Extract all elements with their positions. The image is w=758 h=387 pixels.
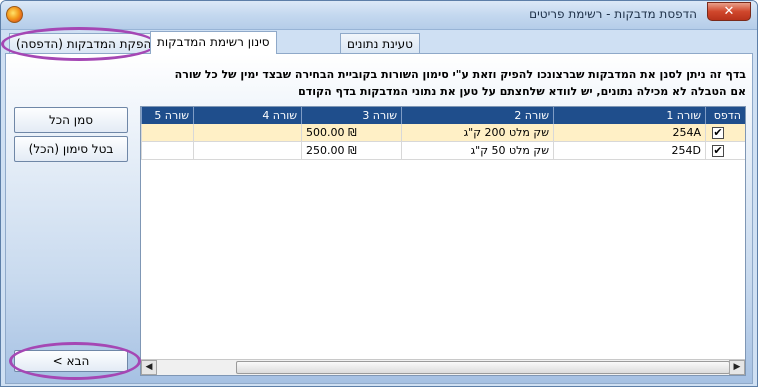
cell-line5[interactable]: [141, 142, 193, 160]
title-bar[interactable]: הדפסת מדבקות - רשימת פריטים ✕: [1, 1, 757, 30]
close-button[interactable]: ✕: [707, 2, 751, 21]
window-title: הדפסת מדבקות - רשימת פריטים: [529, 7, 697, 21]
tab-filter-labels[interactable]: סינון רשימת המדבקות: [150, 31, 277, 54]
instructions-line-2: אם הטבלה לא מכילה נתונים, יש לוודא שלחצת…: [298, 85, 746, 98]
instructions-text: בדף זה ניתן לסנן את המדבקות שברצונכו להפ…: [26, 66, 746, 100]
cell-line2[interactable]: שק מלט 200 ק"ג: [401, 124, 553, 142]
app-icon: [6, 6, 23, 23]
deselect-all-button[interactable]: בטל סימון (הכל): [14, 136, 128, 162]
print-checkbox-cell[interactable]: ✔: [705, 142, 745, 160]
column-header-line1[interactable]: שורה 1: [553, 107, 705, 124]
cell-line3[interactable]: 250.00 ₪: [301, 142, 401, 160]
column-header-print[interactable]: הדפס: [705, 107, 745, 124]
main-window: הדפסת מדבקות - רשימת פריטים ✕ טעינת נתונ…: [0, 0, 758, 387]
cell-line4[interactable]: [193, 142, 301, 160]
print-checkbox[interactable]: ✔: [712, 145, 724, 157]
table-row[interactable]: ✔ 254A שק מלט 200 ק"ג 500.00 ₪: [141, 124, 745, 142]
tab-print-labels[interactable]: הפקת המדבקות (הדפסה): [9, 33, 159, 53]
column-header-line2[interactable]: שורה 2: [401, 107, 553, 124]
filter-panel: בדף זה ניתן לסנן את המדבקות שברצונכו להפ…: [5, 53, 753, 384]
cell-line2[interactable]: שק מלט 50 ק"ג: [401, 142, 553, 160]
column-header-line4[interactable]: שורה 4: [193, 107, 301, 124]
cell-line5[interactable]: [141, 124, 193, 142]
labels-grid[interactable]: הדפס שורה 1 שורה 2 שורה 3 שורה 4 שורה 5 …: [140, 106, 746, 376]
cell-line3[interactable]: 500.00 ₪: [301, 124, 401, 142]
cell-line1[interactable]: 254D: [553, 142, 705, 160]
tab-strip: טעינת נתונים סינון רשימת המדבקות הפקת המ…: [5, 31, 753, 54]
column-header-line3[interactable]: שורה 3: [301, 107, 401, 124]
scrollbar-thumb[interactable]: [236, 361, 730, 374]
grid-header: הדפס שורה 1 שורה 2 שורה 3 שורה 4 שורה 5: [141, 107, 745, 124]
tab-load-data[interactable]: טעינת נתונים: [340, 33, 420, 53]
cell-line1[interactable]: 254A: [553, 124, 705, 142]
column-header-line5[interactable]: שורה 5: [141, 107, 193, 124]
table-row[interactable]: ✔ 254D שק מלט 50 ק"ג 250.00 ₪: [141, 142, 745, 160]
print-checkbox[interactable]: ✔: [712, 127, 724, 139]
select-all-button[interactable]: סמן הכל: [14, 107, 128, 133]
cell-line4[interactable]: [193, 124, 301, 142]
horizontal-scrollbar[interactable]: ◀ ▶: [141, 359, 745, 375]
instructions-line-1: בדף זה ניתן לסנן את המדבקות שברצונכו להפ…: [174, 68, 746, 81]
print-checkbox-cell[interactable]: ✔: [705, 124, 745, 142]
scroll-left-icon[interactable]: ◀: [141, 360, 157, 375]
scroll-right-icon[interactable]: ▶: [729, 360, 745, 375]
next-button[interactable]: הבא >: [14, 350, 128, 372]
